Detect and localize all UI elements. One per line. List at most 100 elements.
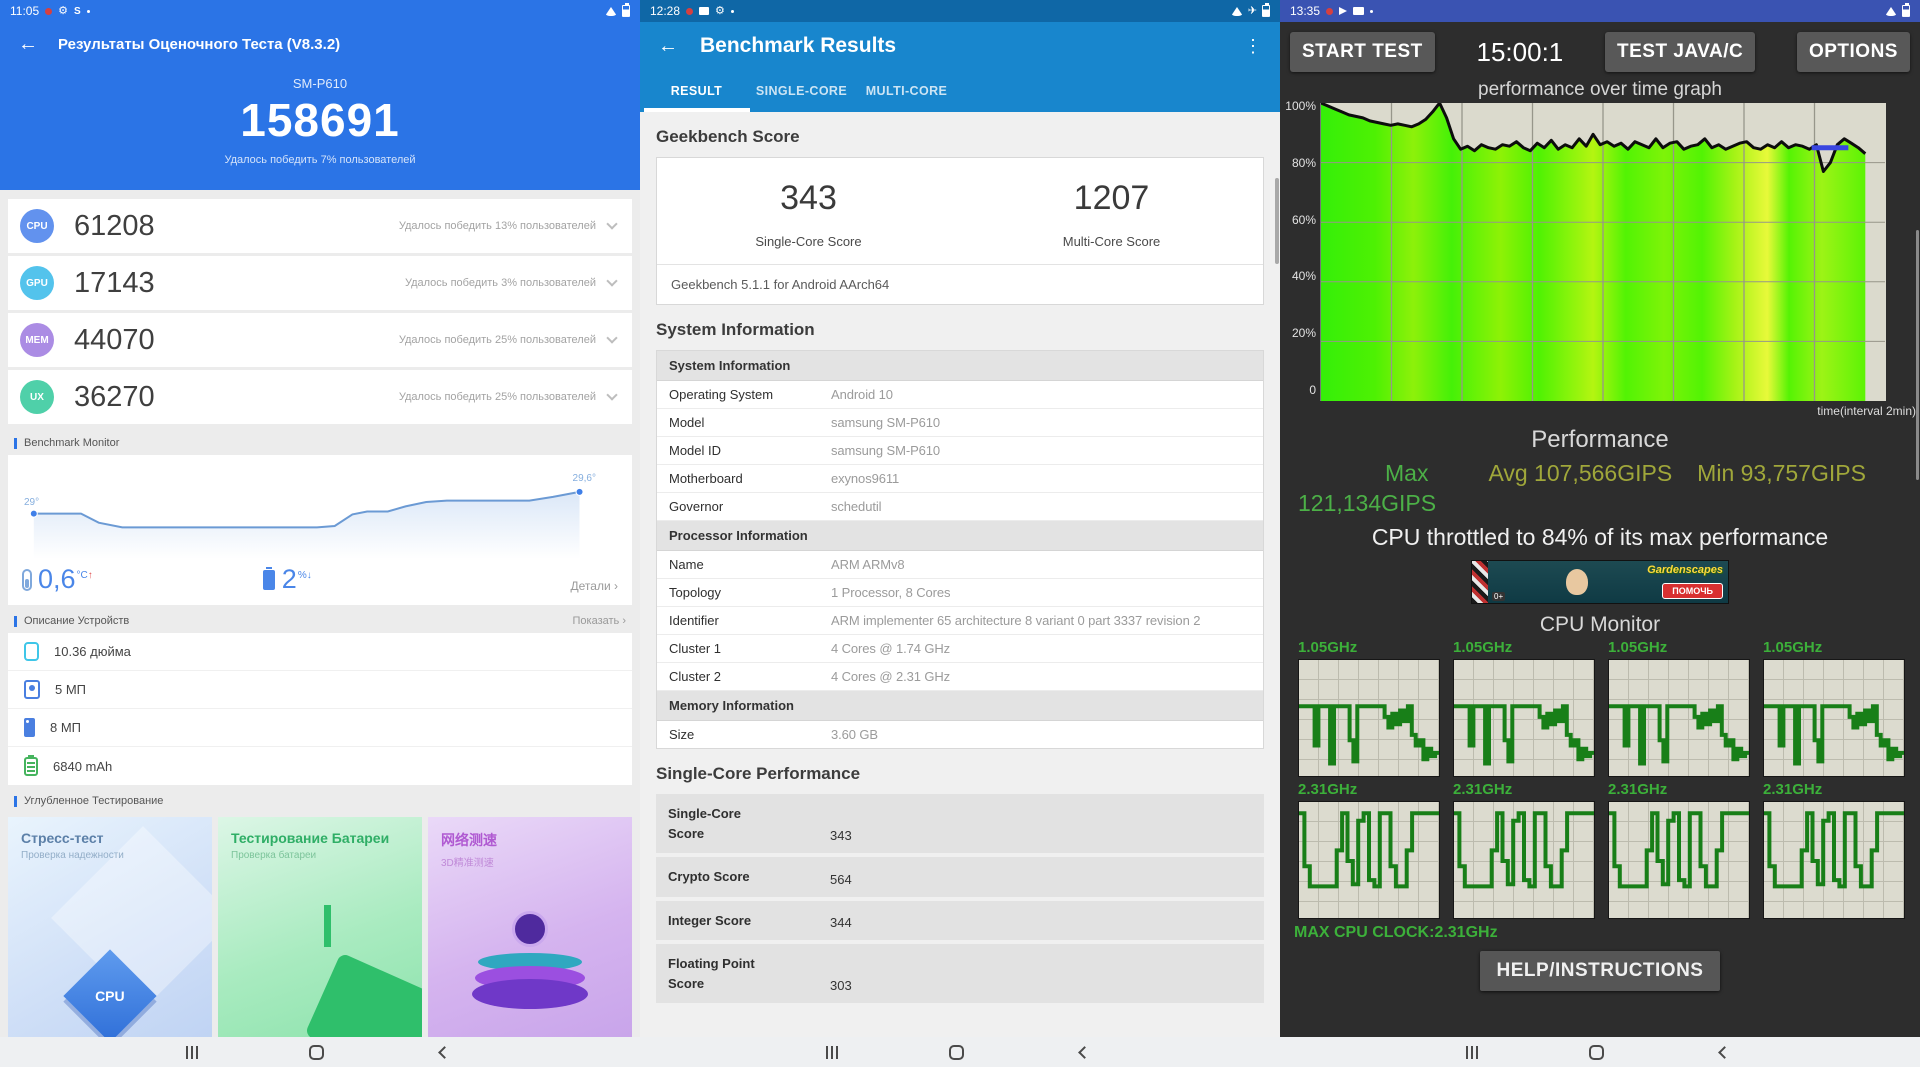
single-core-performance-heading: Single-Core Performance (656, 764, 1264, 784)
advanced-test-card[interactable]: 网络测速3D精准测速 (428, 817, 632, 1037)
help-instructions-button[interactable]: HELP/INSTRUCTIONS (1480, 951, 1721, 991)
thermometer-icon (22, 569, 32, 591)
cpu-monitor-heading: CPU Monitor (1280, 613, 1920, 637)
y-tick-label: 0 (1309, 383, 1316, 397)
score-value: 17143 (74, 267, 155, 300)
section-accent-bar (14, 438, 17, 449)
tab-single-core[interactable]: SINGLE-CORE (749, 84, 854, 98)
score-row[interactable]: GPU17143Удалось победить 3% пользователе… (8, 256, 632, 310)
cpu-graph-canvas (1763, 659, 1905, 777)
ad-help-button[interactable]: ПОМОЧЬ (1662, 583, 1723, 599)
recents-icon[interactable] (831, 1046, 833, 1059)
device-spec-text: 5 МП (55, 682, 86, 697)
row-value: 4 Cores @ 1.74 GHz (831, 641, 1251, 656)
scrollbar[interactable] (1916, 230, 1919, 480)
row-label: Operating System (669, 387, 831, 402)
row-value: 1 Processor, 8 Cores (831, 585, 1251, 600)
home-icon[interactable] (1589, 1045, 1604, 1060)
table-row: NameARM ARMv8 (657, 551, 1263, 579)
cpu-graph-canvas (1453, 801, 1595, 919)
advanced-test-card[interactable]: Тестирование БатареиПроверка батареи (218, 817, 422, 1037)
total-score-hero: SM-P610 158691 Удалось победить 7% польз… (0, 66, 640, 190)
temp-end-label: 29,6° (573, 473, 596, 484)
cpu-graph-svg (1454, 802, 1594, 918)
back-nav-icon[interactable] (438, 1046, 451, 1059)
beat-percentage-text: Удалось победить 7% пользователей (0, 154, 640, 166)
home-icon[interactable] (949, 1045, 964, 1060)
row-value: 344 (830, 915, 852, 930)
start-test-button[interactable]: START TEST (1290, 32, 1435, 72)
chevron-down-icon[interactable] (606, 332, 617, 343)
chevron-down-icon[interactable] (606, 275, 617, 286)
row-label: Model (669, 415, 831, 430)
chevron-down-icon[interactable] (606, 218, 617, 229)
ux-score-icon: UX (20, 380, 54, 414)
max-label: Max (1385, 460, 1428, 487)
chevron-down-icon[interactable] (606, 389, 617, 400)
details-link[interactable]: Детали › (571, 579, 618, 593)
options-button[interactable]: OPTIONS (1797, 32, 1910, 72)
geekbench-content: Geekbench Score 343 Single-Core Score 12… (640, 127, 1280, 1003)
more-notifications-icon (1370, 10, 1373, 13)
cpu-graph-svg (1454, 660, 1594, 776)
gear-icon: ⚙ (715, 6, 725, 17)
cpu-clock-label: 2.31GHz (1453, 781, 1597, 801)
scrollbar[interactable] (1275, 178, 1279, 264)
three-phone-screens: 11:05 ⚙ S ← Результаты Оценочного Теста … (0, 0, 1920, 1037)
recents-icon[interactable] (1471, 1046, 1473, 1059)
gpu-score-icon: GPU (20, 266, 54, 300)
benchmark-monitor-section-header: Benchmark Monitor (0, 427, 640, 455)
cpu-graph-svg (1299, 660, 1439, 776)
score-beat-text: Удалось победить 25% пользователей (399, 391, 596, 403)
ad-stripes-decoration (1472, 561, 1488, 603)
card-subtitle: Проверка батареи (231, 850, 409, 861)
antutu-score-list: CPU61208Удалось победить 13% пользовател… (0, 190, 640, 424)
back-button[interactable]: ← (18, 33, 38, 56)
row-label: Cluster 1 (669, 641, 831, 656)
wifi-ball-illustration (512, 911, 548, 947)
cpu-graph-canvas (1298, 801, 1440, 919)
notification-dot-icon (45, 8, 52, 15)
row-value: ARM implementer 65 architecture 8 varian… (831, 613, 1251, 628)
row-label: Motherboard (669, 471, 831, 486)
row-value: samsung SM-P610 (831, 415, 1251, 430)
score-row[interactable]: MEM44070Удалось победить 25% пользовател… (8, 313, 632, 367)
send-icon (1339, 7, 1347, 15)
tab-multi-core[interactable]: MULTI-CORE (854, 84, 959, 98)
performance-stats-line: Max Avg 107,566GIPS Min 93,757GIPS (1280, 460, 1920, 487)
recents-icon[interactable] (191, 1046, 193, 1059)
show-link[interactable]: Показать › (573, 615, 626, 627)
row-value: 303 (830, 978, 852, 993)
back-button[interactable]: ← (658, 35, 678, 58)
score-row[interactable]: CPU61208Удалось победить 13% пользовател… (8, 199, 632, 253)
y-tick-label: 20% (1292, 326, 1316, 340)
ad-age-rating: 0+ (1492, 592, 1505, 601)
ad-content: Gardenscapes ПОМОЧЬ 0+ (1488, 561, 1728, 603)
overflow-menu-icon[interactable]: ⋮ (1244, 36, 1262, 57)
geekbench-panel: 12:28 ⚙ ✈ ← Benchmark Results ⋮ RESULT S… (640, 0, 1280, 1037)
back-nav-icon[interactable] (1718, 1046, 1731, 1059)
ad-banner[interactable]: Gardenscapes ПОМОЧЬ 0+ (1471, 560, 1729, 604)
device-list: 10.36 дюйма5 МП8 МП6840 mAh (8, 633, 632, 785)
notification-dot-icon (686, 8, 693, 15)
cpu-core-cell: 2.31GHz (1298, 781, 1442, 919)
table-row: Topology1 Processor, 8 Cores (657, 579, 1263, 607)
table-row: Model IDsamsung SM-P610 (657, 437, 1263, 465)
score-row[interactable]: UX36270Удалось победить 25% пользователе… (8, 370, 632, 424)
advanced-testing-section-header: Углубленное Тестирование (0, 785, 640, 813)
table-row: Cluster 14 Cores @ 1.74 GHz (657, 635, 1263, 663)
cpu-monitor-grid: 1.05GHz1.05GHz1.05GHz1.05GHz2.31GHz2.31G… (1280, 639, 1920, 919)
back-nav-icon[interactable] (1078, 1046, 1091, 1059)
advanced-test-card[interactable]: Стресс-тестПроверка надежностиCPU (8, 817, 212, 1037)
graph-title: performance over time graph (1280, 79, 1920, 101)
score-beat-text: Удалось победить 25% пользователей (399, 334, 596, 346)
device-list-item: 6840 mAh (8, 747, 632, 785)
home-icon[interactable] (309, 1045, 324, 1060)
screen: 11:05 ⚙ S ← Результаты Оценочного Теста … (0, 0, 1920, 1067)
device-list-item: 10.36 дюйма (8, 633, 632, 671)
card-subtitle: 3D精准测速 (441, 854, 619, 869)
row-label: Identifier (669, 613, 831, 628)
test-java-c-button[interactable]: TEST JAVA/C (1605, 32, 1755, 72)
status-time: 12:28 (650, 4, 680, 18)
tab-result[interactable]: RESULT (644, 84, 749, 98)
